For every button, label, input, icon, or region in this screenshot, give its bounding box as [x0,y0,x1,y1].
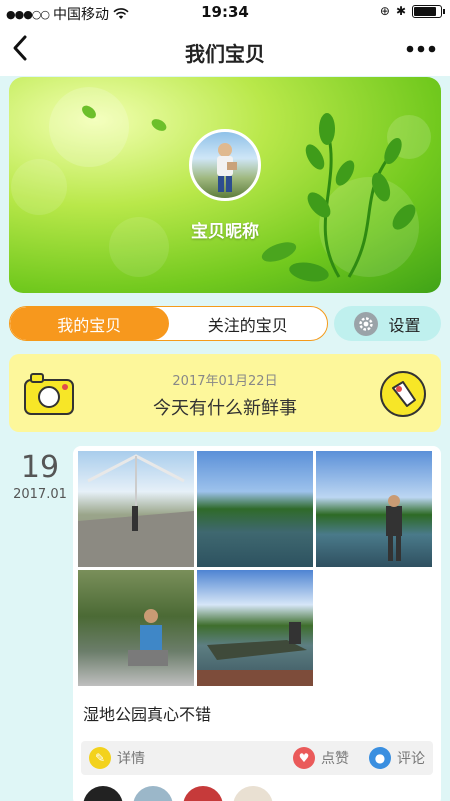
tab-followed-baby[interactable]: 关注的宝贝 [169,307,328,340]
settings-label: 设置 [388,315,421,335]
avatar[interactable] [233,786,273,801]
avatar[interactable] [83,786,123,801]
tab-my-baby[interactable]: 我的宝贝 [10,307,169,340]
comment-bubble-icon: ● [369,747,391,769]
baby-tab-switch: 我的宝贝 关注的宝贝 [9,306,328,341]
more-dots-icon[interactable] [406,36,436,56]
heart-icon: ♥ [293,747,315,769]
post-date: 19 2017.01 [10,450,70,502]
liker-avatars [83,786,273,801]
battery-icon [412,4,445,18]
comment-label: 评论 [397,751,425,767]
rotation-lock-icon: ⊕ [379,4,390,18]
new-post-box[interactable]: 2017年01月22日 今天有什么新鲜事 [9,354,441,432]
baby-nickname[interactable]: 宝贝昵称 [9,217,441,242]
status-right: ⊕ ✱ [379,4,445,18]
photo-thumbnail[interactable] [197,570,313,686]
photo-thumbnail[interactable] [316,451,432,567]
gear-icon [354,311,379,336]
post-action-bar: ✎ 详情 ♥ 点赞 ● 评论 [81,741,433,775]
baby-avatar[interactable] [189,129,261,201]
baby-banner: 宝贝昵称 [9,77,441,293]
settings-button[interactable]: 设置 [334,306,441,341]
child-photo-icon [217,143,237,192]
avatar[interactable] [133,786,173,801]
avatar[interactable] [183,786,223,801]
post-text: 湿地公园真心不错 [83,705,212,724]
page-title: 我们宝贝 [185,42,265,66]
news-prompt: 今天有什么新鲜事 [153,398,297,419]
tag-icon[interactable] [379,370,427,418]
post-day: 19 [20,450,60,485]
edit-icon: ✎ [89,747,111,769]
like-button[interactable]: ♥ 点赞 [293,747,349,769]
photo-thumbnail[interactable] [78,570,194,686]
post-year-month: 2017.01 [13,487,67,502]
news-date: 2017年01月22日 [172,374,278,389]
comment-button[interactable]: ● 评论 [369,747,425,769]
bluetooth-icon: ✱ [395,4,406,18]
detail-button[interactable]: ✎ 详情 [89,747,145,769]
like-label: 点赞 [321,751,349,767]
post-card: 湿地公园真心不错 ✎ 详情 ♥ 点赞 ● 评论 [73,446,441,801]
nav-bar: 我们宝贝 [0,26,450,76]
photo-thumbnail[interactable] [197,451,313,567]
photo-thumbnail[interactable] [78,451,194,567]
detail-label: 详情 [117,751,145,767]
status-bar: ●●●○○ 中国移动 19:34 ⊕ ✱ [0,0,450,26]
